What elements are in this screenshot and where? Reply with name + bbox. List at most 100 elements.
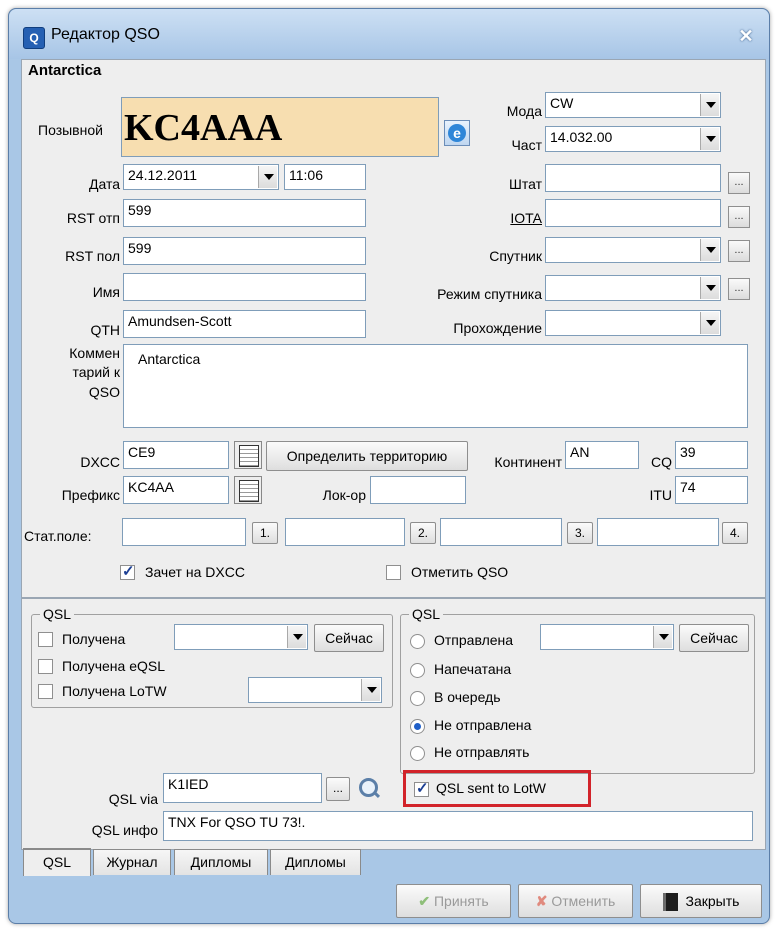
received-checkbox[interactable]: [38, 632, 53, 647]
state-label: Штат: [509, 176, 542, 192]
comment-label-line1: Коммен: [69, 345, 120, 361]
qth-input[interactable]: Amundsen-Scott: [123, 310, 366, 338]
qsl-via-label: QSL via: [108, 791, 158, 807]
comment-label-line2: тарий к: [72, 364, 120, 380]
state-input[interactable]: [545, 164, 721, 192]
stat-field-3[interactable]: [440, 518, 562, 546]
prefix-lookup-button[interactable]: [234, 476, 262, 504]
qsl-via-search-button[interactable]: [354, 775, 382, 803]
sat-mode-browse-button[interactable]: ...: [728, 278, 750, 300]
received-eqsl-label: Получена eQSL: [62, 658, 165, 674]
qsl-via-input[interactable]: K1IED: [163, 773, 322, 803]
window-title: Редактор QSO: [51, 26, 160, 43]
chevron-down-icon: [700, 312, 719, 334]
chevron-down-icon: [700, 128, 719, 150]
mode-select[interactable]: CW: [545, 92, 721, 118]
stat-field-4[interactable]: [597, 518, 719, 546]
qsl-via-browse-button[interactable]: ...: [326, 777, 350, 801]
iota-browse-button[interactable]: ...: [728, 206, 750, 228]
prefix-input[interactable]: KC4AA: [123, 476, 229, 504]
freq-select[interactable]: 14.032.00: [545, 126, 721, 152]
determine-territory-button[interactable]: Определить территорию: [266, 441, 468, 471]
sat-mode-select[interactable]: [545, 275, 721, 301]
received-eqsl-checkbox[interactable]: [38, 659, 53, 674]
stat-button-1[interactable]: 1.: [252, 522, 278, 544]
tab-awards-1[interactable]: Дипломы: [174, 849, 268, 875]
received-date-select[interactable]: [174, 624, 308, 650]
stat-fields-label: Стат.поле:: [24, 528, 92, 544]
comment-textarea[interactable]: Antarctica: [123, 344, 748, 428]
iota-input[interactable]: [545, 199, 721, 227]
magnifier-handle: [372, 790, 381, 799]
sent-date-select[interactable]: [540, 624, 674, 650]
cross-icon: ✘: [535, 893, 548, 909]
cancel-label: Отменить: [551, 893, 616, 909]
close-label: Закрыть: [685, 893, 740, 909]
rst-sent-label: RST отп: [66, 210, 120, 226]
lotw-sent-label: QSL sent to LotW: [436, 780, 546, 796]
cq-label: CQ: [651, 454, 672, 470]
queued-radio[interactable]: [410, 691, 425, 706]
freq-value: 14.032.00: [550, 129, 613, 145]
dxcc-input[interactable]: CE9: [123, 441, 229, 469]
tab-qsl[interactable]: QSL: [23, 848, 91, 876]
chevron-down-icon: [700, 94, 719, 116]
received-lotw-label: Получена LoTW: [62, 683, 167, 699]
stat-field-2[interactable]: [285, 518, 405, 546]
locator-label: Лок-ор: [322, 487, 366, 503]
received-lotw-checkbox[interactable]: [38, 684, 53, 699]
dxcc-lookup-button[interactable]: [234, 441, 262, 469]
state-browse-button[interactable]: ...: [728, 172, 750, 194]
dxcc-credit-checkbox[interactable]: [120, 562, 135, 580]
not-sent-radio[interactable]: [410, 719, 425, 734]
callsign-input[interactable]: KC4AAA: [121, 97, 439, 157]
rst-rcvd-input[interactable]: 599: [123, 237, 366, 265]
door-exit-icon: [662, 893, 678, 912]
accept-button[interactable]: ✔ Принять: [396, 884, 511, 918]
propagation-label: Прохождение: [453, 320, 542, 336]
tab-awards-2[interactable]: Дипломы: [270, 849, 361, 875]
name-input[interactable]: [123, 273, 366, 301]
printed-radio[interactable]: [410, 663, 425, 678]
mode-label: Мода: [506, 103, 542, 119]
qsl-info-label: QSL инфо: [91, 822, 158, 838]
dxcc-label: DXCC: [80, 454, 120, 470]
mark-qso-checkbox[interactable]: [386, 565, 401, 580]
qsl-info-input[interactable]: TNX For QSO TU 73!.: [163, 811, 753, 841]
rst-sent-input[interactable]: 599: [123, 199, 366, 227]
tab-journal[interactable]: Журнал: [93, 849, 171, 875]
continent-input[interactable]: AN: [565, 441, 639, 469]
lookup-browser-button[interactable]: e: [444, 120, 470, 146]
locator-input[interactable]: [370, 476, 466, 504]
stat-field-1[interactable]: [122, 518, 246, 546]
accept-label: Принять: [433, 893, 489, 909]
received-lotw-date-select[interactable]: [248, 677, 382, 703]
satellite-browse-button[interactable]: ...: [728, 240, 750, 262]
prefix-label: Префикс: [61, 487, 120, 503]
propagation-select[interactable]: [545, 310, 721, 336]
received-label: Получена: [62, 631, 126, 647]
name-label: Имя: [92, 284, 120, 300]
stat-button-4[interactable]: 4.: [722, 522, 748, 544]
sent-radio[interactable]: [410, 634, 425, 649]
time-input[interactable]: 11:06: [284, 164, 366, 190]
lotw-sent-checkbox[interactable]: [414, 779, 429, 797]
dont-send-radio[interactable]: [410, 746, 425, 761]
continent-label: Континент: [494, 454, 562, 470]
close-window-button[interactable]: ✕: [733, 25, 759, 47]
sent-now-button[interactable]: Сейчас: [679, 624, 749, 652]
cq-input[interactable]: 39: [675, 441, 748, 469]
chevron-down-icon: [287, 626, 306, 648]
received-now-button[interactable]: Сейчас: [314, 624, 384, 652]
itu-input[interactable]: 74: [675, 476, 748, 504]
close-button[interactable]: Закрыть: [640, 884, 762, 918]
cancel-button[interactable]: ✘ Отменить: [518, 884, 633, 918]
title-bar[interactable]: Q Редактор QSO ✕: [9, 9, 769, 59]
stat-button-3[interactable]: 3.: [567, 522, 593, 544]
chevron-down-icon: [700, 239, 719, 261]
stat-button-2[interactable]: 2.: [410, 522, 436, 544]
satellite-select[interactable]: [545, 237, 721, 263]
rst-rcvd-label: RST пол: [65, 248, 120, 264]
qsl-received-title: QSL: [40, 606, 75, 622]
date-picker[interactable]: 24.12.2011: [123, 164, 279, 190]
